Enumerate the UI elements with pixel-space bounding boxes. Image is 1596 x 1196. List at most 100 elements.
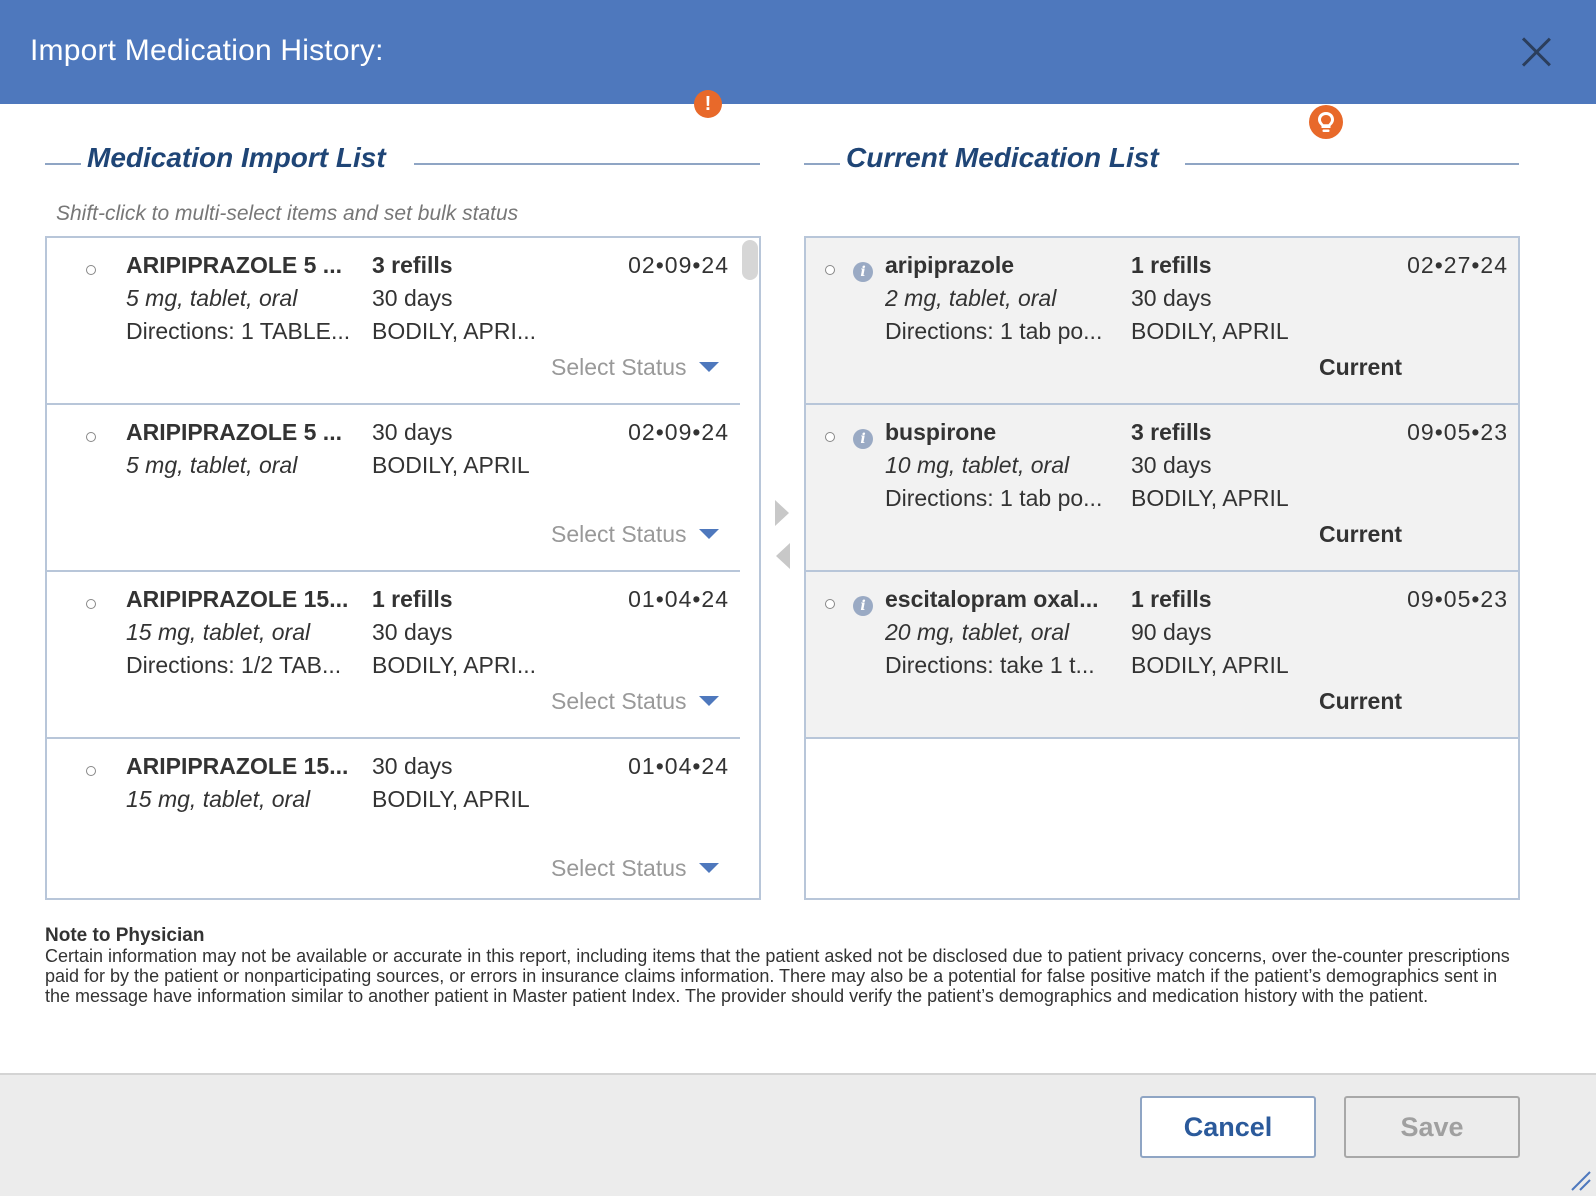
- dialog-title: Import Medication History:: [30, 34, 384, 67]
- multi-select-hint: Shift-click to multi-select items and se…: [56, 202, 519, 225]
- med-name: ARIPIPRAZOLE 5 ...: [126, 252, 342, 278]
- status-label: Select Status: [551, 521, 687, 547]
- import-list-panel: ARIPIPRAZOLE 5 ... 5 mg, tablet, oral Di…: [45, 236, 761, 900]
- caret-down-icon: [698, 695, 719, 706]
- section-divider: [414, 163, 760, 165]
- med-prescriber: BODILY, APRIL: [1131, 318, 1289, 344]
- med-date: 02•27•24: [1407, 252, 1508, 278]
- note-title: Note to Physician: [45, 925, 205, 946]
- import-list-title: Medication Import List: [81, 142, 392, 174]
- med-days: BODILY, APRIL: [372, 452, 530, 478]
- med-name: ARIPIPRAZOLE 15...: [126, 753, 349, 779]
- caret-down-icon: [698, 361, 719, 372]
- med-refills: 3 refills: [372, 252, 453, 278]
- med-date: 01•04•24: [628, 753, 729, 779]
- dialog-header: Import Medication History:: [0, 0, 1596, 104]
- status-current: Current: [1319, 354, 1403, 380]
- med-refills: 1 refills: [372, 586, 453, 612]
- dialog-footer: Cancel Save: [0, 1073, 1596, 1196]
- med-days: 30 days: [1131, 452, 1212, 478]
- info-icon[interactable]: i: [853, 429, 873, 449]
- caret-down-icon: [698, 528, 719, 539]
- med-dose: 5 mg, tablet, oral: [126, 285, 298, 311]
- med-date: 09•05•23: [1407, 419, 1508, 445]
- med-name: ARIPIPRAZOLE 15...: [126, 586, 349, 612]
- med-directions: Directions: 1 tab po...: [885, 318, 1103, 344]
- status-label: Select Status: [551, 855, 687, 881]
- select-radio[interactable]: [86, 599, 96, 609]
- section-divider: [804, 163, 840, 165]
- section-divider: [1185, 163, 1519, 165]
- select-status-dropdown[interactable]: Select Status: [551, 688, 719, 715]
- med-name: escitalopram oxal...: [885, 586, 1099, 612]
- med-date: 09•05•23: [1407, 586, 1508, 612]
- import-list-item[interactable]: ARIPIPRAZOLE 15... 15 mg, tablet, oral 3…: [47, 739, 740, 898]
- select-radio[interactable]: [825, 432, 835, 442]
- med-dose: 15 mg, tablet, oral: [126, 619, 311, 645]
- med-dose: 10 mg, tablet, oral: [885, 452, 1070, 478]
- import-medication-dialog: Import Medication History: ! Medication …: [0, 0, 1596, 1196]
- med-days: 30 days: [1131, 285, 1212, 311]
- select-radio[interactable]: [86, 265, 96, 275]
- status-label: Select Status: [551, 354, 687, 380]
- med-prescriber: BODILY, APRIL: [1131, 652, 1289, 678]
- med-directions: Directions: 1/2 TAB...: [126, 652, 342, 678]
- section-divider: [45, 163, 81, 165]
- select-status-dropdown[interactable]: Select Status: [551, 354, 719, 381]
- lightbulb-icon[interactable]: [1309, 105, 1343, 139]
- current-list-panel: i aripiprazole 2 mg, tablet, oral Direct…: [804, 236, 1520, 900]
- move-right-arrow-icon[interactable]: [775, 500, 789, 526]
- med-date: 02•09•24: [628, 419, 729, 445]
- med-dose: 5 mg, tablet, oral: [126, 452, 298, 478]
- cancel-button[interactable]: Cancel: [1140, 1096, 1316, 1158]
- import-list-item[interactable]: ARIPIPRAZOLE 15... 15 mg, tablet, oral D…: [47, 572, 740, 739]
- select-radio[interactable]: [825, 265, 835, 275]
- med-date: 01•04•24: [628, 586, 729, 612]
- status-label: Select Status: [551, 688, 687, 714]
- med-name: buspirone: [885, 419, 997, 445]
- select-status-dropdown[interactable]: Select Status: [551, 855, 719, 882]
- select-radio[interactable]: [825, 599, 835, 609]
- med-refills: 1 refills: [1131, 586, 1212, 612]
- med-dose: 20 mg, tablet, oral: [885, 619, 1070, 645]
- med-refills: 30 days: [372, 753, 453, 779]
- med-days: 90 days: [1131, 619, 1212, 645]
- note-body: Certain information may not be available…: [45, 946, 1510, 1006]
- import-list-item[interactable]: ARIPIPRAZOLE 5 ... 5 mg, tablet, oral Di…: [47, 238, 740, 405]
- select-radio[interactable]: [86, 432, 96, 442]
- scrollbar-thumb[interactable]: [742, 240, 758, 280]
- select-radio[interactable]: [86, 766, 96, 776]
- move-left-arrow-icon[interactable]: [776, 543, 790, 569]
- info-icon[interactable]: i: [853, 596, 873, 616]
- med-directions: Directions: 1 TABLE...: [126, 318, 351, 344]
- alert-icon[interactable]: !: [694, 90, 722, 118]
- current-list-item[interactable]: i escitalopram oxal... 20 mg, tablet, or…: [806, 572, 1518, 739]
- caret-down-icon: [698, 862, 719, 873]
- med-dose: 2 mg, tablet, oral: [885, 285, 1057, 311]
- med-name: aripiprazole: [885, 252, 1015, 278]
- physician-note: Note to Physician Certain information ma…: [45, 925, 1525, 1007]
- status-current: Current: [1319, 521, 1403, 547]
- import-list-item[interactable]: ARIPIPRAZOLE 5 ... 5 mg, tablet, oral 30…: [47, 405, 740, 572]
- med-refills: 3 refills: [1131, 419, 1212, 445]
- info-icon[interactable]: i: [853, 262, 873, 282]
- med-directions: Directions: 1 tab po...: [885, 485, 1103, 511]
- status-current: Current: [1319, 688, 1403, 714]
- med-days: 30 days: [372, 285, 453, 311]
- med-date: 02•09•24: [628, 252, 729, 278]
- import-list-scrollbar[interactable]: [740, 238, 759, 898]
- current-list-item[interactable]: i buspirone 10 mg, tablet, oral Directio…: [806, 405, 1518, 572]
- med-days: 30 days: [372, 619, 453, 645]
- med-name: ARIPIPRAZOLE 5 ...: [126, 419, 342, 445]
- current-list-item[interactable]: i aripiprazole 2 mg, tablet, oral Direct…: [806, 238, 1518, 405]
- select-status-dropdown[interactable]: Select Status: [551, 521, 719, 548]
- med-prescriber: BODILY, APRIL: [1131, 485, 1289, 511]
- current-list-title: Current Medication List: [840, 142, 1165, 174]
- med-refills: 30 days: [372, 419, 453, 445]
- med-prescriber: BODILY, APRI...: [372, 652, 537, 678]
- save-button[interactable]: Save: [1344, 1096, 1520, 1158]
- resize-grip-icon[interactable]: [1570, 1170, 1592, 1192]
- close-icon[interactable]: [1520, 36, 1552, 68]
- med-days: BODILY, APRIL: [372, 786, 530, 812]
- med-prescriber: BODILY, APRI...: [372, 318, 537, 344]
